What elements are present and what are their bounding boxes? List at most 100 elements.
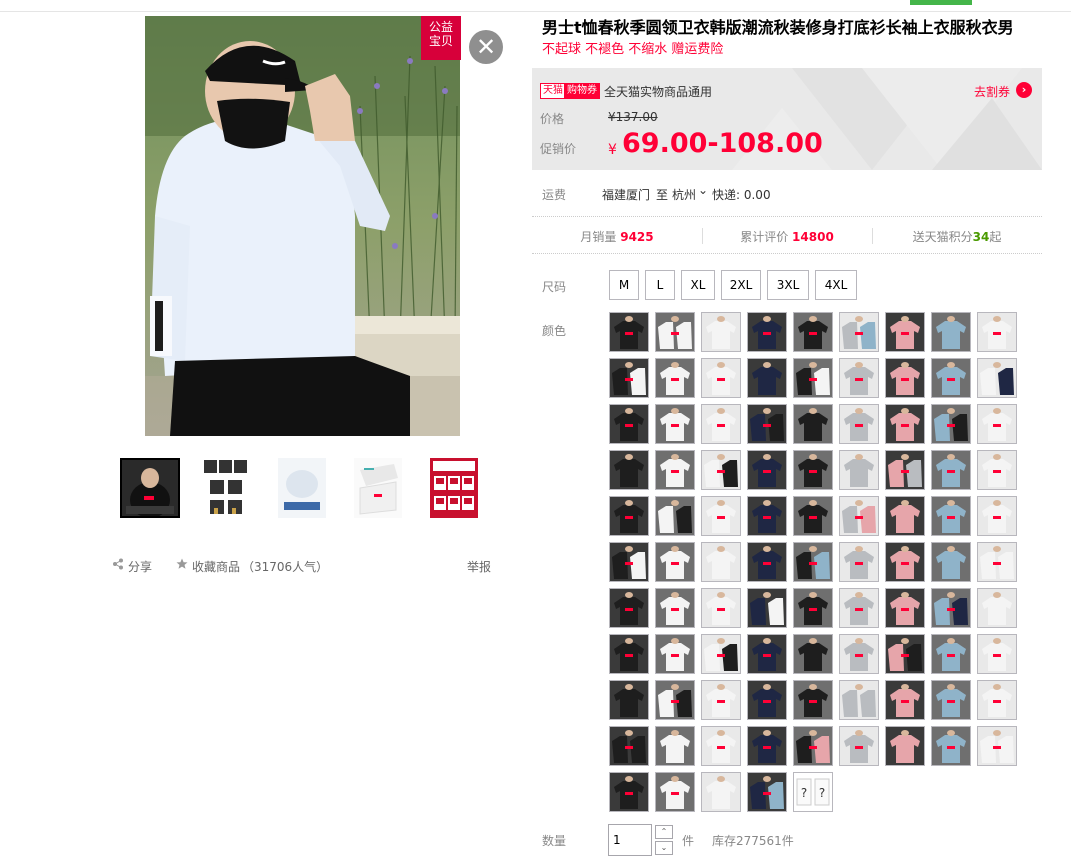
thumbnail-2[interactable] xyxy=(202,458,262,518)
size-option[interactable]: 4XL xyxy=(815,270,857,300)
close-icon[interactable]: ✕ xyxy=(469,30,503,64)
color-swatch[interactable] xyxy=(655,404,695,444)
color-swatch[interactable] xyxy=(793,680,833,720)
color-swatch[interactable] xyxy=(793,496,833,536)
color-swatch[interactable] xyxy=(839,680,879,720)
chevron-down-icon[interactable]: ⌄ xyxy=(698,183,708,197)
color-swatch[interactable] xyxy=(701,404,741,444)
color-swatch[interactable] xyxy=(609,634,649,674)
color-swatch[interactable] xyxy=(655,358,695,398)
color-swatch[interactable] xyxy=(977,680,1017,720)
color-swatch[interactable] xyxy=(609,358,649,398)
color-swatch[interactable] xyxy=(977,634,1017,674)
thumbnail-3[interactable] xyxy=(278,458,338,518)
color-swatch[interactable] xyxy=(701,634,741,674)
size-option[interactable]: 2XL xyxy=(721,270,761,300)
color-swatch[interactable] xyxy=(977,588,1017,628)
color-swatch[interactable] xyxy=(977,542,1017,582)
color-swatch[interactable] xyxy=(609,588,649,628)
color-swatch[interactable] xyxy=(931,312,971,352)
color-swatch[interactable] xyxy=(747,772,787,812)
color-swatch[interactable] xyxy=(931,726,971,766)
color-swatch[interactable] xyxy=(793,450,833,490)
report-link[interactable]: 举报 xyxy=(467,558,491,575)
color-swatch[interactable] xyxy=(793,588,833,628)
color-swatch[interactable] xyxy=(885,496,925,536)
thumbnail-5[interactable] xyxy=(430,458,490,518)
color-swatch[interactable] xyxy=(977,312,1017,352)
color-swatch[interactable] xyxy=(931,634,971,674)
color-swatch[interactable] xyxy=(701,496,741,536)
color-swatch[interactable] xyxy=(885,680,925,720)
color-swatch[interactable] xyxy=(609,680,649,720)
size-option[interactable]: XL xyxy=(681,270,715,300)
color-swatch[interactable] xyxy=(839,634,879,674)
color-swatch[interactable] xyxy=(701,680,741,720)
top-green-button[interactable] xyxy=(910,0,972,5)
quantity-increase-button[interactable]: ⌃ xyxy=(655,825,673,839)
color-swatch[interactable] xyxy=(609,726,649,766)
color-swatch[interactable] xyxy=(839,312,879,352)
color-swatch[interactable] xyxy=(747,588,787,628)
color-swatch[interactable] xyxy=(793,634,833,674)
color-swatch[interactable] xyxy=(701,312,741,352)
color-swatch[interactable] xyxy=(839,404,879,444)
favorite-button[interactable]: 收藏商品 xyxy=(192,558,240,575)
color-swatch[interactable] xyxy=(885,450,925,490)
color-swatch[interactable] xyxy=(793,404,833,444)
color-swatch[interactable] xyxy=(885,358,925,398)
color-swatch[interactable] xyxy=(609,496,649,536)
color-swatch[interactable] xyxy=(977,404,1017,444)
color-swatch[interactable] xyxy=(701,358,741,398)
color-swatch[interactable] xyxy=(701,772,741,812)
color-swatch[interactable] xyxy=(931,496,971,536)
share-button[interactable]: 分享 xyxy=(128,558,152,575)
color-swatch[interactable] xyxy=(747,542,787,582)
ship-to-select[interactable]: 杭州 xyxy=(672,186,696,203)
color-swatch[interactable] xyxy=(609,450,649,490)
size-option[interactable]: 3XL xyxy=(767,270,809,300)
color-swatch[interactable] xyxy=(747,358,787,398)
color-swatch[interactable] xyxy=(931,680,971,720)
color-swatch[interactable] xyxy=(931,404,971,444)
color-swatch[interactable] xyxy=(655,542,695,582)
color-swatch[interactable] xyxy=(885,542,925,582)
get-coupon-link[interactable]: 去割券 xyxy=(974,83,1010,100)
color-swatch[interactable] xyxy=(609,404,649,444)
color-swatch[interactable] xyxy=(655,496,695,536)
color-swatch[interactable] xyxy=(977,496,1017,536)
color-swatch[interactable] xyxy=(931,588,971,628)
color-swatch[interactable] xyxy=(747,404,787,444)
color-swatch[interactable] xyxy=(655,312,695,352)
color-swatch[interactable] xyxy=(655,450,695,490)
color-swatch[interactable] xyxy=(701,542,741,582)
color-swatch[interactable] xyxy=(885,404,925,444)
color-swatch[interactable] xyxy=(885,634,925,674)
color-swatch[interactable]: ?? xyxy=(793,772,833,812)
color-swatch[interactable] xyxy=(977,450,1017,490)
size-option[interactable]: M xyxy=(609,270,639,300)
color-swatch[interactable] xyxy=(609,312,649,352)
color-swatch[interactable] xyxy=(885,312,925,352)
color-swatch[interactable] xyxy=(931,358,971,398)
color-swatch[interactable] xyxy=(655,772,695,812)
color-swatch[interactable] xyxy=(655,588,695,628)
thumbnail-1[interactable] xyxy=(120,458,180,518)
color-swatch[interactable] xyxy=(793,726,833,766)
color-swatch[interactable] xyxy=(655,634,695,674)
thumbnail-4[interactable] xyxy=(354,458,414,518)
color-swatch[interactable] xyxy=(793,358,833,398)
color-swatch[interactable] xyxy=(977,358,1017,398)
chevron-right-icon[interactable]: › xyxy=(1016,82,1032,98)
color-swatch[interactable] xyxy=(839,496,879,536)
color-swatch[interactable] xyxy=(655,680,695,720)
color-swatch[interactable] xyxy=(931,542,971,582)
color-swatch[interactable] xyxy=(747,450,787,490)
total-reviews[interactable]: 累计评价 14800 xyxy=(702,228,872,245)
color-swatch[interactable] xyxy=(793,312,833,352)
color-swatch[interactable] xyxy=(701,450,741,490)
color-swatch[interactable] xyxy=(839,358,879,398)
quantity-decrease-button[interactable]: ⌄ xyxy=(655,841,673,855)
color-swatch[interactable] xyxy=(839,450,879,490)
color-swatch[interactable] xyxy=(747,312,787,352)
